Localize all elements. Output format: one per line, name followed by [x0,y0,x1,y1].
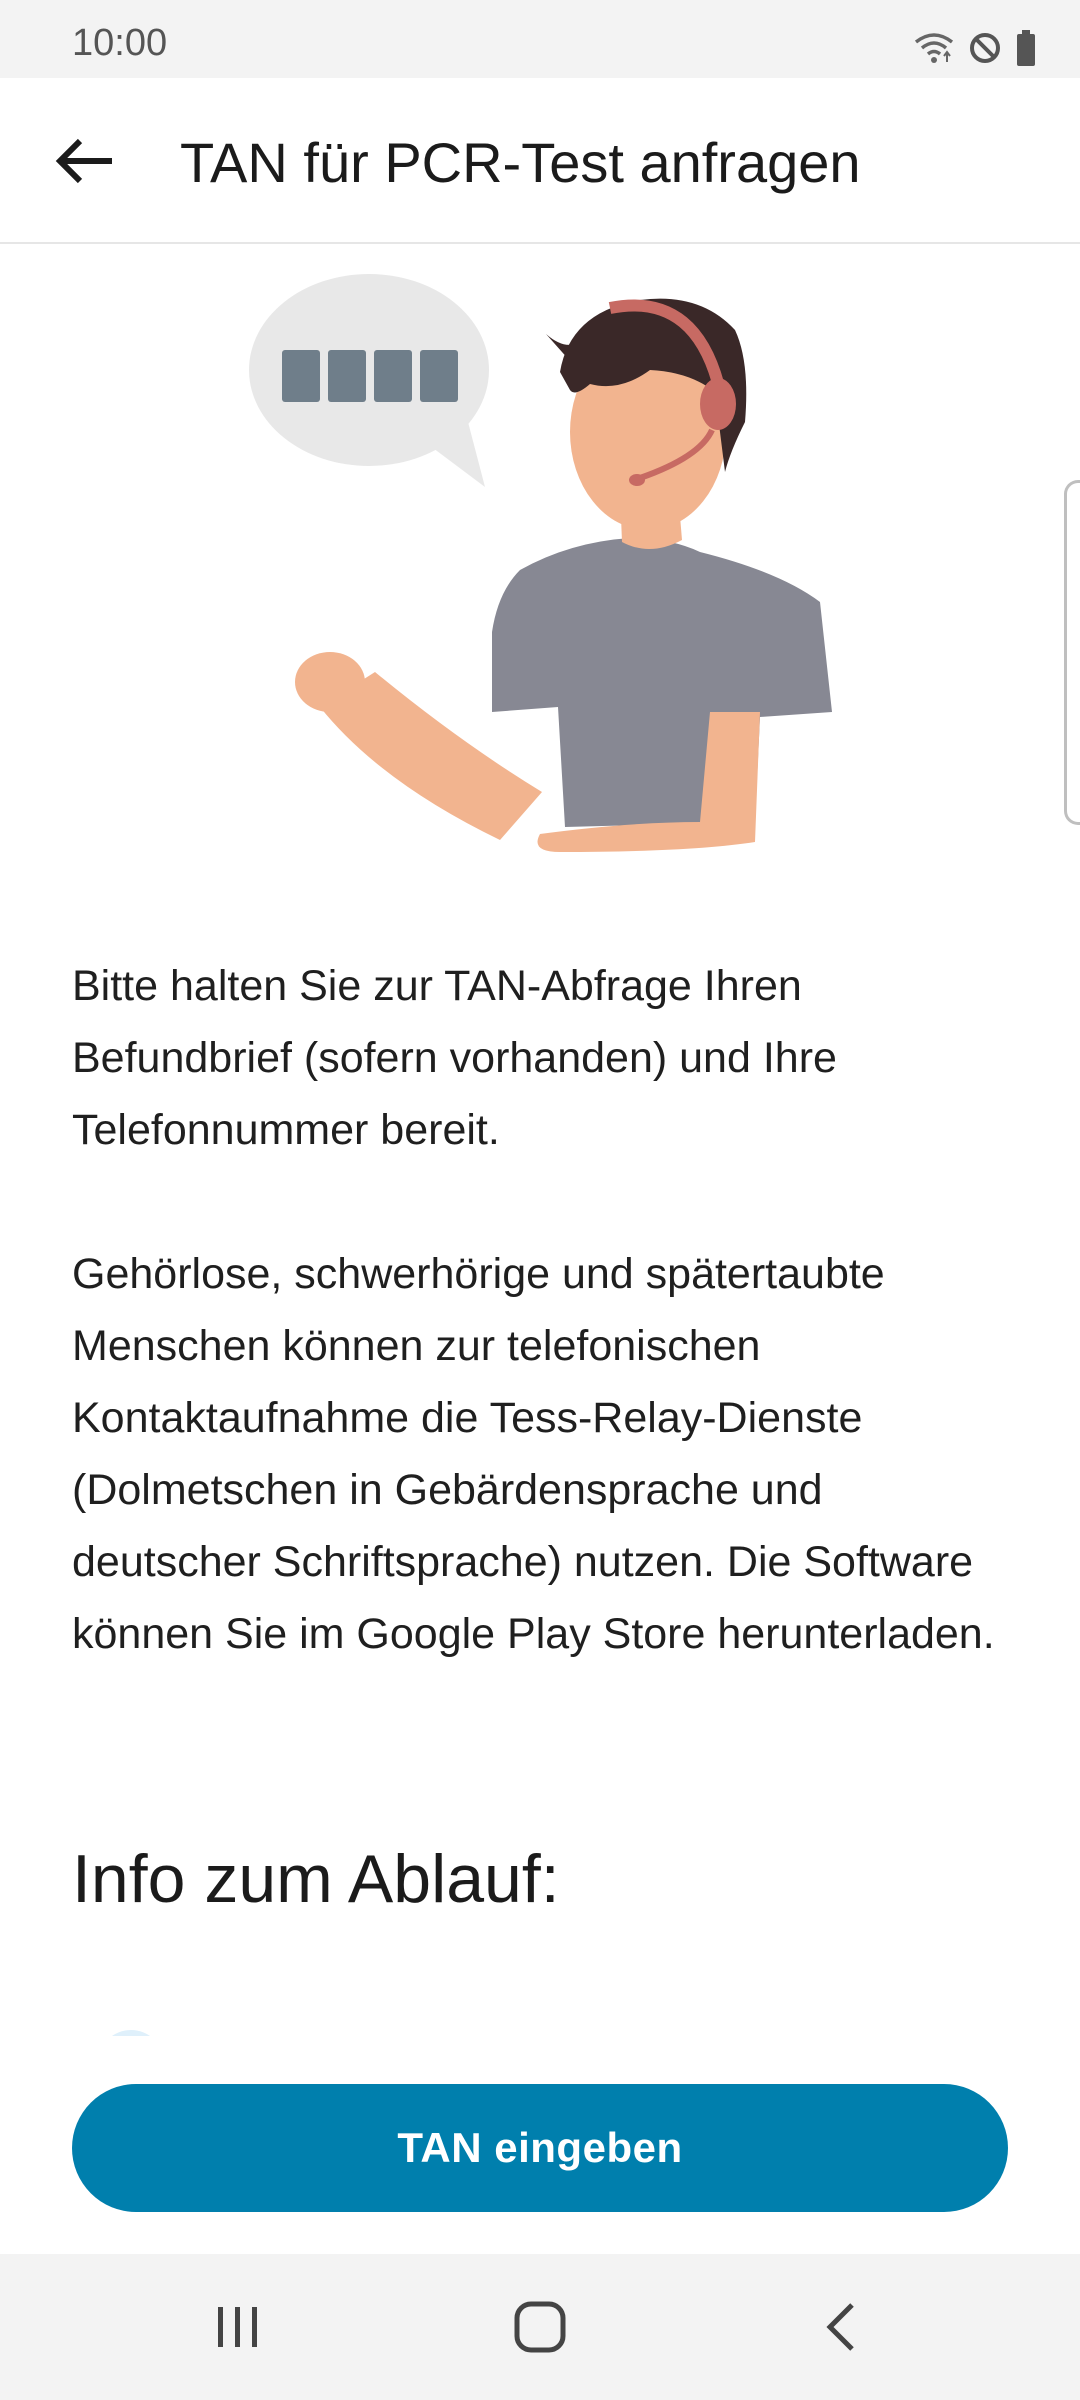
speech-bubble [249,274,489,487]
accessibility-paragraph: Gehörlose, schwerhörige und spätertaubte… [72,1250,995,1658]
recent-apps-button[interactable] [168,2254,308,2400]
status-icons [914,24,1036,72]
instruction-paragraph: Bitte halten Sie zur TAN-Abfrage Ihren B… [72,962,837,1154]
system-nav-bar [0,2254,1080,2400]
section-heading: Info zum Ablauf: [72,1841,560,1917]
enter-tan-button[interactable]: TAN eingeben [72,2084,1008,2212]
battery-icon [1016,30,1036,66]
home-icon [514,2301,566,2353]
arrow-left-icon [55,138,112,184]
back-button[interactable] [40,116,130,206]
scroll-indicator[interactable] [1064,480,1080,825]
home-button[interactable] [470,2254,610,2400]
system-back-button[interactable] [772,2254,912,2400]
do-not-disturb-icon [968,31,1002,65]
hotline-agent-illustration [249,274,832,852]
content-body: Bitte halten Sie zur TAN-Abfrage Ihren B… [72,950,1022,1670]
app-bar: TAN für PCR-Test anfragen [0,78,1080,244]
recent-apps-icon [218,2307,257,2347]
status-time: 10:00 [72,22,168,64]
status-bar: 10:00 [0,0,1080,78]
back-icon [826,2303,854,2351]
wifi-icon [914,30,954,66]
page-title: TAN für PCR-Test anfragen [180,131,861,194]
